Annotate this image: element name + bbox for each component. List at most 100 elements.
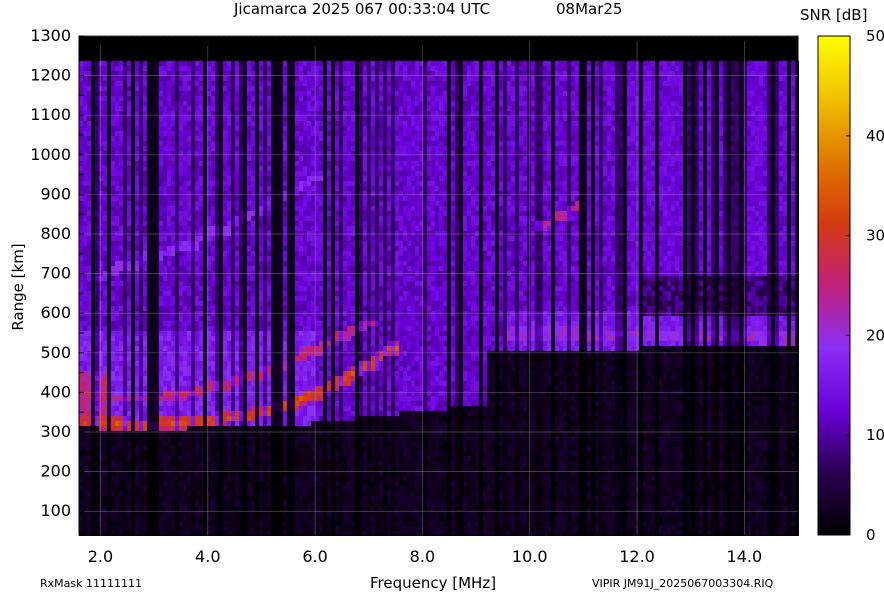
heatmap-column: [719, 61, 723, 536]
colorbar-tick-label: 30: [866, 227, 884, 245]
heatmap-column: [639, 61, 643, 536]
heatmap-column: [115, 61, 119, 536]
heatmap-column: [731, 61, 735, 536]
heatmap-column: [351, 61, 355, 536]
colorbar-title: SNR [dB]: [800, 6, 868, 24]
heatmap-column: [239, 61, 243, 536]
heatmap-column: [459, 61, 463, 536]
y-tick-label: 800: [40, 224, 71, 243]
heatmap-column: [159, 61, 163, 536]
heatmap-column: [155, 61, 159, 536]
heatmap-column: [187, 61, 191, 536]
x-tick-label: 8.0: [410, 547, 435, 566]
heatmap-column: [199, 61, 203, 536]
heatmap-column: [535, 61, 539, 536]
heatmap-column: [399, 61, 403, 536]
heatmap-column: [519, 61, 523, 536]
heatmap-column: [215, 61, 219, 536]
heatmap-column: [771, 61, 775, 536]
heatmap-column: [83, 61, 87, 536]
heatmap-column: [331, 61, 335, 536]
heatmap-column: [139, 61, 143, 536]
file-id-label: VIPIR JM91J_2025067003304.RIQ: [592, 577, 774, 590]
heatmap-column: [151, 61, 155, 536]
heatmap-column: [723, 61, 727, 536]
heatmap-column: [387, 61, 391, 536]
heatmap-column: [131, 61, 135, 536]
x-tick-label: 14.0: [727, 547, 763, 566]
heatmap-column: [259, 61, 263, 536]
heatmap-column: [343, 61, 347, 536]
heatmap-column: [383, 61, 387, 536]
heatmap-column: [471, 61, 475, 536]
heatmap-column: [211, 61, 215, 536]
y-tick-label: 1300: [30, 26, 71, 45]
heatmap-column: [427, 61, 431, 536]
heatmap-column: [391, 61, 395, 536]
heatmap-column: [739, 61, 743, 536]
heatmap-column: [627, 61, 631, 536]
colorbar-gradient: [817, 35, 851, 536]
heatmap-column: [599, 61, 603, 536]
heatmap-column: [571, 61, 575, 536]
heatmap-column: [291, 61, 295, 536]
heatmap-column: [107, 61, 111, 536]
heatmap-column: [583, 61, 587, 536]
y-axis-label: Range [km]: [9, 243, 27, 331]
heatmap-column: [747, 61, 751, 536]
colorbar-tick-label: 0: [866, 526, 876, 544]
heatmap-column: [219, 61, 223, 536]
heatmap-column: [411, 61, 415, 536]
heatmap-column: [311, 61, 315, 536]
heatmap-column: [87, 61, 91, 536]
heatmap-column: [195, 61, 199, 536]
heatmap-column: [763, 61, 767, 536]
heatmap-column: [687, 61, 691, 536]
heatmap-column: [439, 61, 443, 536]
heatmap-column: [443, 61, 447, 536]
heatmap-column: [167, 61, 171, 536]
heatmap-column: [691, 61, 695, 536]
heatmap-column: [667, 61, 671, 536]
heatmap-column: [327, 61, 331, 536]
heatmap-column: [299, 61, 303, 536]
heatmap-column: [455, 61, 459, 536]
heatmap-column: [503, 61, 507, 536]
heatmap-column: [435, 61, 439, 536]
heatmap-column: [703, 61, 707, 536]
heatmap-column: [163, 61, 167, 536]
heatmap-column: [543, 61, 547, 536]
heatmap-column: [147, 61, 151, 536]
y-tick-label: 1100: [30, 105, 71, 124]
heatmap-column: [751, 61, 755, 536]
heatmap-column: [783, 61, 787, 536]
heatmap-column: [123, 61, 127, 536]
heatmap-column: [759, 61, 763, 536]
heatmap-column: [483, 61, 487, 536]
heatmap-column: [191, 61, 195, 536]
y-tick-label: 900: [40, 184, 71, 203]
heatmap-column: [611, 61, 615, 536]
heatmap-column: [607, 61, 611, 536]
heatmap-column: [467, 61, 471, 536]
y-tick-label: 400: [40, 382, 71, 401]
heatmap-column: [307, 61, 311, 536]
heatmap-column: [375, 61, 379, 536]
colorbar: 0 10 20 30 40 50: [817, 27, 884, 544]
y-tick-label: 700: [40, 264, 71, 283]
x-tick-label: 10.0: [512, 547, 548, 566]
heatmap-column: [651, 61, 655, 536]
x-tick-label: 12.0: [619, 547, 655, 566]
heatmap-column: [395, 61, 399, 536]
heatmap-column: [271, 61, 275, 536]
heatmap-column: [247, 61, 251, 536]
heatmap-column: [179, 61, 183, 536]
heatmap-column: [695, 61, 699, 536]
heatmap-column: [755, 61, 759, 536]
heatmap-column: [595, 61, 599, 536]
heatmap-column: [587, 61, 591, 536]
heatmap-column: [431, 61, 435, 536]
heatmap-column: [531, 61, 535, 536]
heatmap-column: [715, 61, 719, 536]
heatmap-column: [507, 61, 511, 536]
